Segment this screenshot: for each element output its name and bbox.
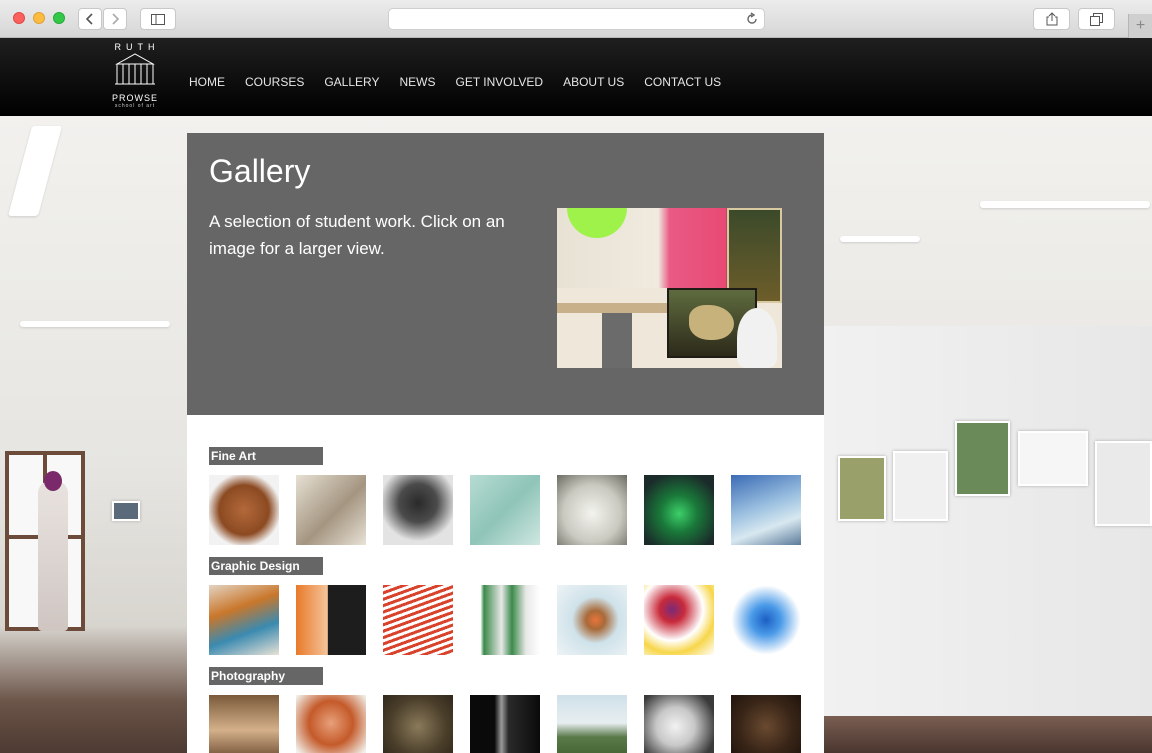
ceiling-light (20, 321, 170, 327)
gallery-header-panel: Gallery A selection of student work. Cli… (187, 133, 824, 415)
site-header: RUTH PROWSE school of art HOME COURSES G… (0, 38, 1152, 116)
ceiling-light (7, 126, 63, 216)
forward-icon (112, 13, 119, 25)
nav-get-involved[interactable]: GET INVOLVED (456, 75, 544, 89)
gallery-thumbnail[interactable] (383, 585, 453, 655)
wall-artwork (1018, 431, 1088, 486)
ceiling-light (980, 201, 1150, 208)
thumb-row-fine-art (209, 475, 818, 545)
back-button[interactable] (78, 8, 102, 30)
hero-stool (602, 313, 632, 368)
category-fine-art: Fine Art (209, 447, 323, 465)
forward-button[interactable] (103, 8, 127, 30)
mannequin (38, 471, 68, 631)
gallery-thumbnail[interactable] (644, 585, 714, 655)
back-icon (86, 13, 93, 25)
gallery-thumbnail[interactable] (296, 475, 366, 545)
sidebar-icon (151, 13, 165, 25)
studio-floor (824, 716, 1152, 753)
share-button[interactable] (1033, 8, 1070, 30)
school-logo[interactable]: RUTH PROWSE school of art (110, 42, 160, 114)
wall-artwork (112, 501, 140, 521)
gallery-thumbnail[interactable] (731, 695, 801, 753)
nav-home[interactable]: HOME (189, 75, 225, 89)
hero-table (557, 303, 667, 313)
nav-courses[interactable]: COURSES (245, 75, 304, 89)
thumb-row-graphic-design (209, 585, 818, 655)
tabs-icon (1090, 12, 1103, 26)
studio-wall (824, 326, 1152, 726)
gallery-thumbnail[interactable] (296, 585, 366, 655)
ceiling-light (840, 236, 920, 242)
building-icon (115, 53, 155, 85)
main-nav: HOME COURSES GALLERY NEWS GET INVOLVED A… (189, 75, 741, 89)
gallery-thumbnail[interactable] (470, 585, 540, 655)
gallery-thumbnail[interactable] (557, 475, 627, 545)
tabs-button[interactable] (1078, 8, 1115, 30)
category-graphic-design: Graphic Design (209, 557, 323, 575)
gallery-thumbnail[interactable] (731, 475, 801, 545)
category-photography: Photography (209, 667, 323, 685)
sidebar-button[interactable] (140, 8, 176, 30)
gallery-thumbnail[interactable] (731, 585, 801, 655)
wall-artwork (955, 421, 1010, 496)
gallery-thumbnail[interactable] (470, 475, 540, 545)
logo-line-2: PROWSE (111, 93, 158, 103)
thumb-row-photography (209, 695, 818, 753)
wall-artwork (893, 451, 948, 521)
wall-artwork (838, 456, 886, 521)
gallery-thumbnail[interactable] (470, 695, 540, 753)
address-bar[interactable] (388, 8, 765, 30)
browser-toolbar: + (0, 0, 1152, 38)
zoom-window-button[interactable] (53, 12, 65, 24)
page-intro: A selection of student work. Click on an… (209, 212, 505, 258)
logo-line-3: school of art (114, 103, 156, 109)
page-title: Gallery (209, 153, 311, 189)
gallery-thumbnail[interactable] (209, 475, 279, 545)
nav-contact-us[interactable]: CONTACT US (644, 75, 721, 89)
nav-gallery[interactable]: GALLERY (324, 75, 379, 89)
share-icon (1046, 12, 1057, 26)
hero-bust (737, 308, 777, 368)
gallery-thumbnail[interactable] (383, 695, 453, 753)
nav-about-us[interactable]: ABOUT US (563, 75, 624, 89)
gallery-thumbnail[interactable] (383, 475, 453, 545)
gallery-thumbnail[interactable] (296, 695, 366, 753)
gallery-thumbnail[interactable] (557, 695, 627, 753)
gallery-thumbnail[interactable] (644, 695, 714, 753)
logo-line-1: RUTH (114, 42, 160, 52)
wall-artwork (1095, 441, 1152, 526)
new-tab-icon[interactable]: + (1128, 14, 1152, 38)
gallery-thumbnail[interactable] (557, 585, 627, 655)
close-window-button[interactable] (13, 12, 25, 24)
gallery-thumbnail[interactable] (209, 585, 279, 655)
gallery-thumbnail[interactable] (644, 475, 714, 545)
reload-icon[interactable] (746, 12, 758, 31)
gallery-thumbnail[interactable] (209, 695, 279, 753)
gallery-body: Fine Art Graphic Design Photography (187, 415, 824, 753)
hero-image[interactable] (557, 208, 782, 368)
nav-news[interactable]: NEWS (400, 75, 436, 89)
minimize-window-button[interactable] (33, 12, 45, 24)
